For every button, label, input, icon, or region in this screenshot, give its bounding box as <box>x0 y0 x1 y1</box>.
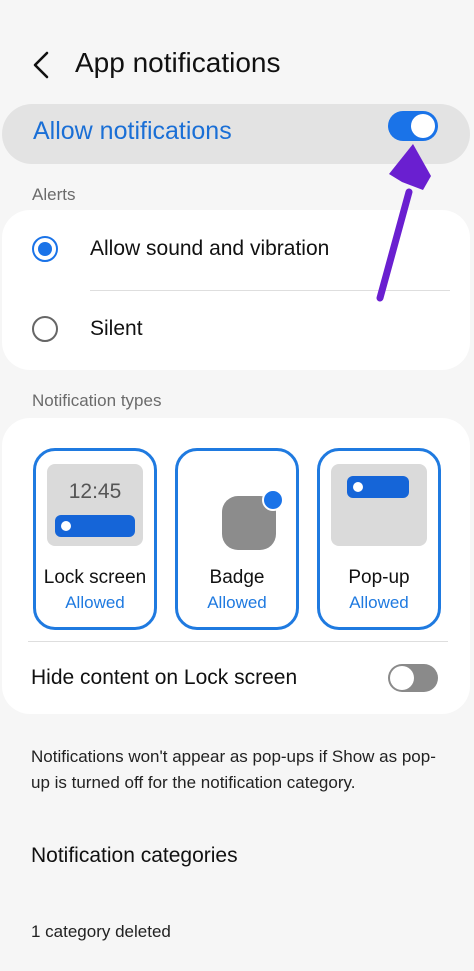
type-name: Pop-up <box>348 567 410 588</box>
type-status: Allowed <box>65 593 125 612</box>
type-card-pop-up[interactable]: Pop-up Allowed <box>317 448 441 630</box>
notification-categories-link[interactable]: Notification categories <box>31 844 238 868</box>
toggle-knob <box>390 666 414 690</box>
categories-deleted-text: 1 category deleted <box>31 922 171 941</box>
alerts-section-label: Alerts <box>32 185 76 204</box>
type-card-badge[interactable]: Badge Allowed <box>175 448 299 630</box>
page-title: App notifications <box>75 47 281 78</box>
back-arrow-icon[interactable] <box>28 50 58 80</box>
badge-dot-icon <box>262 489 284 511</box>
info-text: Notifications won't appear as pop-ups if… <box>31 747 436 792</box>
alert-option-silent[interactable]: Silent <box>2 300 470 360</box>
pop-up-preview <box>331 464 427 546</box>
hide-content-label: Hide content on Lock screen <box>31 666 298 689</box>
notification-bar-icon <box>55 515 135 537</box>
type-name: Lock screen <box>43 567 147 588</box>
alert-option-label: Allow sound and vibration <box>90 237 330 260</box>
toggle-knob <box>411 114 435 138</box>
divider <box>28 641 448 642</box>
radio-checked-icon[interactable] <box>32 236 58 262</box>
alert-option-label: Silent <box>90 317 143 340</box>
lock-screen-clock: 12:45 <box>68 480 122 503</box>
hide-content-toggle[interactable] <box>388 664 438 692</box>
allow-notifications-toggle[interactable] <box>388 111 438 141</box>
notification-bar-icon <box>347 476 409 498</box>
allow-notifications-label: Allow notifications <box>33 117 232 145</box>
lock-screen-preview: 12:45 <box>47 464 143 546</box>
notification-types-section-label: Notification types <box>32 391 162 410</box>
type-card-lock-screen[interactable]: 12:45 Lock screen Allowed <box>33 448 157 630</box>
type-status: Allowed <box>207 593 267 612</box>
annotation-arrow-icon <box>376 144 431 302</box>
type-name: Badge <box>209 567 265 588</box>
radio-unchecked-icon[interactable] <box>32 316 58 342</box>
badge-preview <box>189 464 285 550</box>
type-status: Allowed <box>349 593 409 612</box>
app-bar: App notifications <box>0 0 474 100</box>
